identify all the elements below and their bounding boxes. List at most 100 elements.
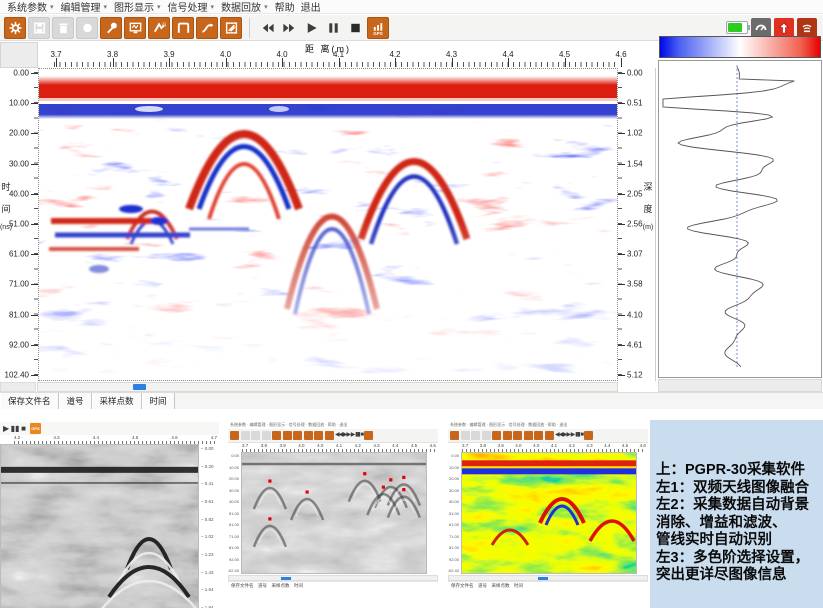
caption-line-4: 消除、增益和滤波、: [656, 515, 819, 533]
menu-item-1[interactable]: 系统参数: [4, 0, 50, 14]
mini-left-ruler: 0.0010.0020.0030.0040.0051.0061.0071.008…: [228, 452, 241, 574]
horizontal-scrollbar[interactable]: [37, 382, 618, 392]
mini-left-ruler: 0.0010.0020.0030.0040.0051.0061.0071.008…: [448, 452, 461, 574]
record-icon: [80, 20, 95, 36]
minor-ticks: [54, 62, 616, 67]
status-tab-3[interactable]: 采样点数: [92, 393, 142, 409]
antenna-icon[interactable]: [797, 18, 817, 38]
trace-plot: [658, 60, 822, 378]
depth-ruler: 深 度 (m) 0.000.511.021.542.052.563.073.58…: [618, 68, 656, 381]
mini-top-ruler: 3.73.83.94.04.04.14.24.34.44.54.6: [448, 443, 648, 452]
pin-button[interactable]: [100, 17, 122, 39]
gps-icon: GPS: [30, 423, 41, 434]
menu-item-7[interactable]: 退出: [298, 0, 324, 14]
menu-item-3[interactable]: 图形显示: [111, 0, 157, 14]
tick-label: 10.00: [9, 99, 29, 108]
mini-window-multicolor-palette: 系统参数 · 编辑管理 · 图形显示 · 信号处理 · 数据回放 · 帮助 · …: [448, 422, 648, 597]
menu-item-6[interactable]: 帮助: [272, 0, 298, 14]
settings-icon: [8, 20, 23, 36]
play-button[interactable]: [301, 17, 321, 39]
tick-label: 61.00: [9, 250, 29, 259]
tick-label: 2.05: [627, 189, 643, 198]
mini-scrollbar: [448, 575, 648, 581]
delete-button[interactable]: [52, 17, 74, 39]
tick-label: 0.51: [627, 99, 643, 108]
status-tab-2[interactable]: 道号: [59, 393, 92, 409]
mini-window-dual-frequency-fusion: ▶ ▮▮ ■GPS4.24.34.44.54.64.7– 0.00– 0.20–…: [0, 422, 219, 608]
menu-item-4[interactable]: 信号处理: [165, 0, 211, 14]
display-button[interactable]: [124, 17, 146, 39]
menu-dropdown-arrow: ▾: [104, 3, 112, 11]
mini-window-auto-pipe-detection: 系统参数 · 编辑管理 · 图形显示 · 信号处理 · 数据回放 · 帮助 · …: [228, 422, 438, 597]
status-tab-4[interactable]: 时间: [142, 393, 175, 409]
tick-label: 5.12: [627, 371, 643, 380]
time-ruler: 时 间 (ns) 0.0010.0020.0030.0040.0051.0061…: [0, 68, 38, 381]
rewind-icon: [260, 20, 275, 36]
pgpr-main-window: 系统参数▾编辑管理▾图形显示▾信号处理▾数据回放▾帮助退出 GGPS 距 离(m…: [0, 0, 823, 408]
gps-button[interactable]: GPS: [367, 17, 389, 39]
delete-icon: [56, 20, 71, 36]
upload-icon[interactable]: [774, 18, 794, 38]
menu-item-2[interactable]: 编辑管理: [58, 0, 104, 14]
mini-scrollbar: [228, 575, 438, 581]
scrollbar-thumb[interactable]: [133, 384, 146, 390]
screenshot-strip: ▶ ▮▮ ■GPS4.24.34.44.54.64.7– 0.00– 0.20–…: [0, 420, 823, 608]
toolbar-buttons: G GPS: [4, 17, 389, 39]
clear-button[interactable]: [220, 17, 242, 39]
screenshot-root: 系统参数▾编辑管理▾图形显示▾信号处理▾数据回放▾帮助退出 GGPS 距 离(m…: [0, 0, 823, 608]
menu-dropdown-arrow: ▾: [50, 3, 58, 11]
radargram[interactable]: [38, 68, 618, 381]
caption-line-7: 突出更详尽图像信息: [656, 567, 819, 585]
mini-toolbar: ◀◀ ▶▶ ▶ ▮▮ ■: [228, 429, 438, 443]
distance-ruler: 距 离(m) 3.73.83.94.04.04.14.24.34.44.54.6: [38, 42, 618, 68]
fast-forward-icon: [282, 20, 297, 36]
fast-forward-button[interactable]: [279, 17, 299, 39]
depth-axis-title: 深 度 (m): [642, 180, 654, 231]
clear-icon: [224, 20, 239, 36]
gauge-icon[interactable]: [751, 18, 771, 38]
tick-label: 4.61: [627, 340, 643, 349]
gain-button[interactable]: G: [148, 17, 170, 39]
tick-label: 81.00: [9, 310, 29, 319]
scrollbar-stub: [0, 382, 36, 392]
menu-bar: 系统参数▾编辑管理▾图形显示▾信号处理▾数据回放▾帮助退出: [0, 0, 823, 14]
caption-line-1: 上：PGPR-30采集软件: [656, 462, 819, 480]
gate-button[interactable]: [172, 17, 194, 39]
gps-label: GPS: [373, 32, 383, 36]
play-icon: [304, 20, 319, 36]
trace-panel: [658, 36, 822, 392]
tick-label: 2.56: [627, 220, 643, 229]
tick-label: 0.00: [627, 69, 643, 78]
curve-icon: [200, 20, 215, 36]
tick-label: 51.00: [9, 220, 29, 229]
gps-icon: [371, 20, 386, 32]
status-bar: 保存文件名道号采样点数时间: [0, 392, 823, 409]
mini-radargram: [0, 444, 199, 608]
mini-right-ruler: – 0.00– 0.20– 0.41– 0.61– 0.82– 1.02– 1.…: [199, 444, 218, 608]
menu-item-5[interactable]: 数据回放: [218, 0, 264, 14]
save-button[interactable]: [28, 17, 50, 39]
pause-button[interactable]: [323, 17, 343, 39]
tick-label: 92.00: [9, 340, 29, 349]
status-tab-1[interactable]: 保存文件名: [0, 393, 59, 409]
mini-radargram: [461, 452, 637, 574]
record-button[interactable]: [76, 17, 98, 39]
stop-button[interactable]: [345, 17, 365, 39]
mini-top-ruler: 3.73.83.94.04.04.14.24.34.44.54.6: [228, 443, 438, 452]
save-icon: [32, 20, 47, 36]
gate-icon: [176, 20, 191, 36]
settings-button[interactable]: [4, 17, 26, 39]
ruler-corner: [0, 42, 38, 68]
gain-icon: G: [152, 20, 167, 36]
distance-axis-title: 距 离(m): [305, 42, 351, 55]
curve-button[interactable]: [196, 17, 218, 39]
workarea: 距 离(m) 3.73.83.94.04.04.14.24.34.44.54.6…: [0, 42, 823, 392]
svg-text:G: G: [162, 22, 166, 28]
tick-label: 1.02: [627, 129, 643, 138]
mini-menu-bar: 系统参数 · 编辑管理 · 图形显示 · 信号处理 · 数据回放 · 帮助 · …: [228, 422, 438, 429]
toolbar-separator: [249, 18, 250, 38]
caption-line-6: 左3：多色阶选择设置，: [656, 550, 819, 568]
caption-line-2: 左1：双频天线图像融合: [656, 480, 819, 498]
tick-label: 0.00: [13, 69, 29, 78]
rewind-button[interactable]: [257, 17, 277, 39]
